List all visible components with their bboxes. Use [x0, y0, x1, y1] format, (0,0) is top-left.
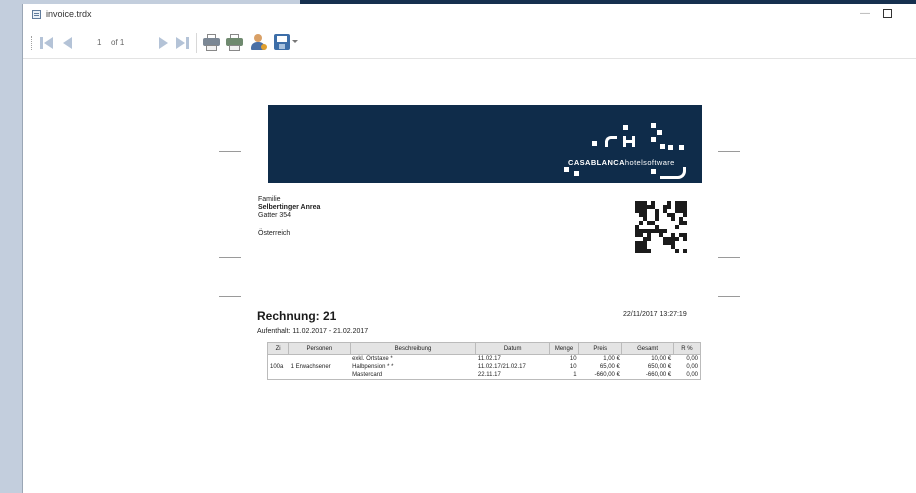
qr-module	[675, 225, 679, 229]
column-header: Beschreibung	[349, 342, 477, 355]
qr-code	[634, 200, 688, 253]
logo-swoosh	[660, 167, 686, 179]
qr-module	[671, 217, 675, 221]
toolbar-grip[interactable]	[31, 36, 34, 50]
table-cell: -660,00 €	[645, 372, 672, 378]
qr-module	[663, 229, 667, 233]
recipient-street: Gatter 354	[258, 212, 292, 219]
column-header: Menge	[548, 342, 580, 355]
qr-module	[683, 213, 687, 217]
table-cell: 650,00 €	[647, 364, 672, 370]
maximize-button[interactable]	[883, 9, 892, 18]
table-cell: 11.02.17	[477, 356, 501, 362]
current-page-input[interactable]: 1	[97, 38, 101, 47]
table-row: exkl. Ortstaxe * 11.02.17 10 1,00 € 10,0…	[268, 355, 701, 364]
qr-module	[667, 205, 671, 209]
table-row: Mastercard 22.11.17 1 -660,00 € -660,00 …	[268, 371, 701, 380]
stay-period: Aufenthalt: 11.02.2017 - 21.02.2017	[257, 328, 369, 335]
table-cell: Mastercard	[352, 372, 383, 378]
save-icon	[277, 36, 287, 42]
title-bar[interactable]: invoice.trdx —	[23, 4, 916, 27]
table-cell: 1	[573, 372, 577, 378]
table-cell	[268, 355, 289, 364]
first-page-icon	[40, 37, 43, 49]
recipient-country: Österreich	[258, 230, 291, 237]
toolbar: 1 of 1	[23, 26, 916, 59]
table-cell: Halbpension * *	[352, 364, 394, 370]
qr-module	[655, 217, 659, 221]
logo-letter-c	[605, 136, 617, 147]
page-count-label: of 1	[111, 38, 125, 47]
person-icon	[254, 34, 262, 42]
table-cell: -660,00 €	[594, 372, 620, 378]
page-setup-button[interactable]	[249, 34, 267, 51]
qr-module	[675, 237, 679, 241]
toolbar-separator	[196, 33, 197, 53]
last-page-button[interactable]	[176, 37, 190, 49]
table-cell: 1 Erwachsener	[290, 364, 331, 370]
fold-mark	[219, 151, 241, 152]
table-cell: 1,00 €	[603, 356, 620, 362]
qr-module	[683, 237, 687, 241]
table-cell: 22.11.17	[477, 372, 501, 378]
app-icon	[32, 10, 41, 19]
print-preview-button[interactable]	[226, 34, 243, 51]
table-cell: 0,00	[686, 372, 698, 378]
fold-mark	[219, 257, 241, 258]
fold-mark	[718, 151, 740, 152]
table-cell: 100a	[270, 364, 284, 370]
column-header: Personen	[288, 342, 351, 355]
fold-mark	[219, 296, 241, 297]
logo-mark	[623, 125, 628, 130]
column-header: Gesamt	[621, 342, 674, 355]
table-cell: exkl. Ortstaxe *	[352, 356, 393, 362]
company-banner: CASABLANCAhotelsoftware	[268, 105, 702, 183]
column-header: Preis	[578, 342, 623, 355]
recipient-name: Selbertinger Anrea	[258, 204, 321, 211]
table-cell: 0,00	[686, 364, 698, 370]
qr-module	[639, 221, 643, 225]
column-header: R %	[672, 342, 702, 355]
desktop-background	[0, 0, 22, 493]
logo-letter-h	[623, 136, 635, 147]
table-header-row: Zi Personen Beschreibung Datum Menge Pre…	[266, 342, 702, 355]
window-title: invoice.trdx	[46, 9, 92, 19]
invoice-title: Rechnung: 21	[257, 309, 337, 323]
export-dropdown-arrow[interactable]	[292, 40, 298, 43]
fold-mark	[718, 257, 740, 258]
previous-page-button[interactable]	[63, 37, 72, 49]
qr-module	[683, 221, 687, 225]
table-cell: 10	[569, 364, 577, 370]
table-row: 100a 1 Erwachsener Halbpension * * 11.02…	[268, 363, 701, 371]
table-cell: 10,00 €	[651, 356, 672, 362]
qr-module	[683, 249, 687, 253]
table-cell: 11.02.17/21.02.17	[477, 364, 526, 370]
table-cell	[289, 371, 350, 380]
qr-module	[675, 249, 679, 253]
table-cell: 10	[569, 356, 577, 362]
table-cell	[289, 355, 350, 364]
column-header: Zi	[266, 342, 290, 355]
first-page-button[interactable]	[40, 37, 54, 49]
report-viewport[interactable]: CASABLANCAhotelsoftware Familie Selberti…	[23, 59, 916, 493]
fold-mark	[718, 296, 740, 297]
invoice-items-table: Zi Personen Beschreibung Datum Menge Pre…	[266, 342, 702, 380]
company-logo-text: CASABLANCAhotelsoftware	[568, 158, 675, 167]
table-cell: 65,00 €	[599, 364, 620, 370]
qr-module	[647, 237, 651, 241]
report-viewer-window: invoice.trdx — 1 of 1 CASABLANCAhotelsof…	[22, 4, 916, 493]
last-page-icon	[176, 37, 185, 49]
column-header: Datum	[475, 342, 550, 355]
recipient-line: Familie	[258, 196, 281, 203]
table-cell	[268, 371, 289, 380]
minimize-button[interactable]: —	[858, 8, 872, 20]
table-cell: 0,00	[686, 356, 698, 362]
next-page-button[interactable]	[159, 37, 168, 49]
qr-module	[647, 249, 651, 253]
print-button[interactable]	[203, 34, 220, 51]
invoice-datetime: 22/11/2017 13:27:19	[623, 311, 687, 318]
export-button[interactable]	[274, 34, 290, 50]
